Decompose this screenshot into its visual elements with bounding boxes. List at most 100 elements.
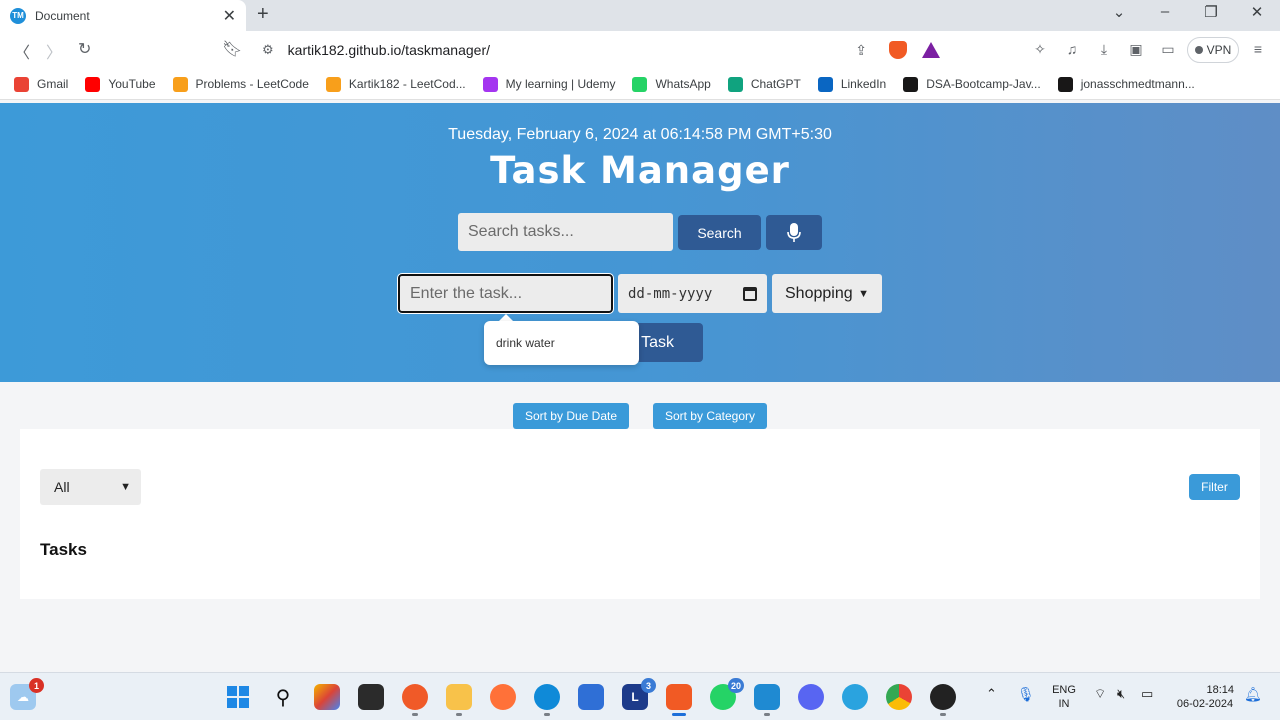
brave-rewards-icon[interactable] (922, 42, 940, 58)
download-icon[interactable]: ⤓ (1095, 41, 1113, 58)
current-datetime: Tuesday, February 6, 2024 at 06:14:58 PM… (448, 126, 832, 143)
clock-date: 06-02-2024 (1176, 698, 1234, 710)
copilot-icon[interactable] (314, 684, 340, 710)
postman-icon[interactable] (402, 684, 428, 716)
due-date-placeholder: dd-mm-yyyy (628, 285, 713, 302)
chatgpt-icon (727, 76, 743, 92)
vscode-icon[interactable] (754, 684, 780, 716)
bookmarks-bar: Gmail YouTube Problems - LeetCode Kartik182… (0, 69, 1280, 100)
discord-icon[interactable] (798, 684, 824, 710)
app-header: Tuesday, February 6, 2024 at 06:14:58 PM… (0, 103, 1280, 382)
bookmark-item[interactable]: WhatsApp (632, 76, 711, 92)
vpn-button[interactable]: VPN (1187, 37, 1239, 63)
restore-icon[interactable]: ❐ (1201, 3, 1221, 21)
bookmark-item[interactable]: YouTube (85, 76, 156, 92)
brave-shields-icon[interactable] (889, 41, 907, 59)
category-select[interactable]: Shopping ▼ (772, 274, 882, 313)
language-indicator[interactable]: ENG IN (1048, 683, 1080, 711)
udemy-icon (482, 76, 498, 92)
firefox-icon[interactable] (490, 684, 516, 710)
obs-icon[interactable] (930, 684, 956, 716)
bookmark-item[interactable]: DSA-Bootcamp-Jav... (903, 76, 1041, 92)
lichess-badge: 3 (641, 678, 656, 693)
battery-icon[interactable]: ▭ (1141, 687, 1153, 701)
edge-icon[interactable] (534, 684, 560, 716)
whatsapp-icon[interactable]: 20 (710, 678, 744, 710)
tab-search-chevron-icon[interactable]: ⌄ (1109, 3, 1129, 21)
calendar-icon[interactable] (743, 286, 757, 301)
minimize-icon[interactable]: – (1155, 3, 1175, 20)
wifi-icon[interactable]: ⌔ (1094, 687, 1106, 701)
extensions-icon[interactable]: ✧ (1031, 41, 1049, 58)
bookmark-label: jonasschmedtmann... (1080, 77, 1195, 91)
reload-icon[interactable]: ↻ (78, 39, 91, 59)
tray-overflow-icon[interactable]: ⌃ (986, 687, 997, 701)
filter-select[interactable]: All ▼ (40, 469, 141, 505)
microsoft-store-icon[interactable] (578, 684, 604, 710)
whatsapp-badge: 20 (727, 678, 744, 693)
bookmark-item[interactable]: Gmail (14, 76, 69, 92)
menu-icon[interactable]: ≡ (1249, 41, 1267, 57)
brave-browser-icon[interactable] (666, 684, 692, 716)
sidebar-icon[interactable]: ▣ (1127, 41, 1145, 58)
bookmark-item[interactable]: My learning | Udemy (482, 76, 616, 92)
bookmark-label: My learning | Udemy (505, 77, 616, 91)
browser-toolbar: 〈 〉 ↻ 🔖︎ ⚙︎ kartik182.github.io/taskmana… (0, 31, 1280, 69)
new-tab-icon[interactable]: + (257, 3, 269, 26)
bookmark-item[interactable]: Problems - LeetCode (172, 76, 309, 92)
os-taskbar: ☁ 1 ⚲ L3 20 ⌃ 🎙︎ ENG IN ⌔ 🔇︎ ▭ 18:14 06-0… (0, 672, 1280, 720)
autocomplete-suggestion-text: drink water (496, 336, 555, 350)
sort-by-category-label: Sort by Category (664, 409, 756, 423)
bookmark-item[interactable]: Kartik182 - LeetCod... (325, 76, 466, 92)
filter-button[interactable]: Filter (1189, 474, 1240, 500)
task-input[interactable] (397, 273, 614, 314)
task-panel: All ▼ Filter Tasks (20, 429, 1260, 599)
weather-widget-icon[interactable]: ☁ 1 (10, 678, 44, 710)
clock[interactable]: 18:14 06-02-2024 (1172, 683, 1238, 711)
tasks-heading: Tasks (40, 540, 87, 559)
windows-start-icon[interactable] (225, 684, 251, 710)
category-selected-value: Shopping (785, 284, 853, 302)
microphone-tray-icon[interactable]: 🎙︎ (1017, 687, 1035, 701)
linkedin-icon (817, 76, 833, 92)
share-icon[interactable]: ⇪ (855, 42, 867, 59)
bookmark-item[interactable]: LinkedIn (817, 76, 887, 92)
bookmark-label: LinkedIn (840, 77, 887, 91)
leetcode-icon (325, 76, 341, 92)
bookmark-label: Gmail (37, 77, 69, 91)
address-bar[interactable]: ⚙︎ kartik182.github.io/taskmanager/ ⇪ (250, 35, 950, 65)
media-icon[interactable]: ♫ (1063, 41, 1081, 57)
sort-by-category-button[interactable]: Sort by Category (653, 403, 767, 429)
bookmark-icon[interactable]: 🔖︎ (222, 39, 242, 59)
voice-search-button[interactable] (766, 215, 822, 250)
search-icon[interactable]: ⚲ (270, 684, 296, 710)
back-icon[interactable]: 〈 (14, 39, 30, 63)
bookmark-label: Problems - LeetCode (195, 77, 309, 91)
wallet-icon[interactable]: ▭ (1159, 41, 1177, 58)
browser-tab[interactable]: TM Document ✕ (0, 0, 246, 31)
vpn-status-icon (1194, 46, 1203, 54)
tab-favicon-icon: TM (10, 7, 26, 24)
volume-muted-icon[interactable]: 🔇︎ (1117, 687, 1125, 701)
forward-icon[interactable]: 〉 (46, 39, 62, 63)
chevron-down-icon: ▼ (858, 287, 869, 300)
telegram-icon[interactable] (842, 684, 868, 710)
bookmark-item[interactable]: ChatGPT (727, 76, 801, 92)
tab-close-icon[interactable]: ✕ (223, 6, 236, 26)
chrome-icon[interactable] (886, 684, 912, 710)
notifications-icon[interactable]: 🔔︎ (1244, 687, 1262, 701)
search-input[interactable] (458, 213, 673, 251)
browser-tab-bar: TM Document ✕ + ⌄ – ❐ ✕ (0, 0, 1280, 31)
task-view-icon[interactable] (358, 684, 384, 710)
page-title: Task Manager (490, 149, 790, 192)
autocomplete-suggestion[interactable]: drink water (484, 321, 639, 365)
gmail-icon (14, 76, 29, 92)
due-date-input[interactable]: dd-mm-yyyy (618, 274, 767, 313)
bookmark-item[interactable]: jonasschmedtmann... (1057, 76, 1195, 92)
sort-by-due-date-button[interactable]: Sort by Due Date (513, 403, 629, 429)
lichess-icon[interactable]: L3 (622, 678, 656, 710)
site-settings-icon[interactable]: ⚙︎ (262, 42, 274, 58)
search-button[interactable]: Search (678, 215, 761, 250)
file-explorer-icon[interactable] (446, 684, 472, 716)
window-close-icon[interactable]: ✕ (1247, 3, 1267, 21)
